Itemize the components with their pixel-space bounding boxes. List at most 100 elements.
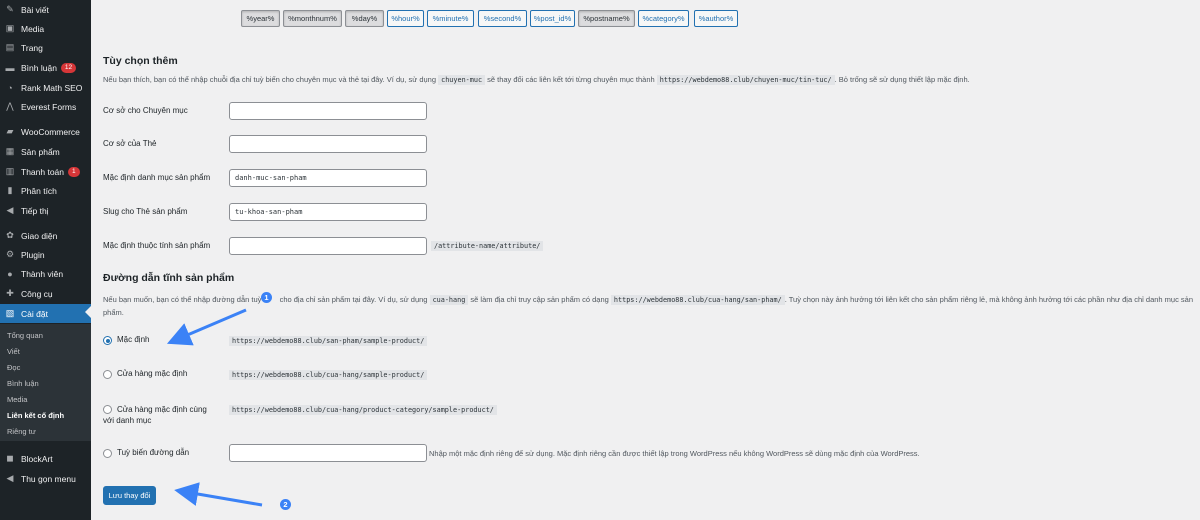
forms-icon: ⋀ xyxy=(6,101,14,111)
step-1-marker: 1 xyxy=(261,292,272,303)
sidebar-item-page[interactable]: ▤ Trang xyxy=(0,38,91,57)
sidebar-item-label: Rank Math SEO xyxy=(21,82,83,93)
tag-base-input[interactable] xyxy=(229,135,427,153)
sidebar-item-pin[interactable]: ✎ Bài viết xyxy=(0,0,91,19)
sidebar-item-rankmath[interactable]: ◔ Rank Math SEO xyxy=(0,78,91,97)
permalink-option-label-shop-base[interactable]: Cửa hàng mặc định xyxy=(117,369,187,378)
sidebar-item-label: Thành viên xyxy=(21,268,64,279)
appearance-icon: ✿ xyxy=(6,230,14,240)
sidebar-item-tools[interactable]: ✚ Công cụ xyxy=(0,284,91,303)
comment-icon: ▬ xyxy=(5,62,15,73)
submenu-item[interactable]: Viết xyxy=(7,347,20,356)
structure-tag-button[interactable]: %post_id% xyxy=(530,10,575,27)
structure-tag-button[interactable]: %year% xyxy=(241,10,280,27)
sidebar-item-blockart[interactable]: ◼ BlockArt xyxy=(0,449,91,468)
product-tag-base-input[interactable]: tu-khoa-san-pham xyxy=(229,203,427,221)
submenu-item[interactable]: Media xyxy=(7,395,27,404)
tag-base-label: Cơ sở của Thẻ xyxy=(103,139,157,148)
marketing-icon: ◀ xyxy=(6,205,14,215)
sidebar-item-analytics[interactable]: ▮ Phân tích xyxy=(0,181,91,200)
structure-tag-button[interactable]: %monthnum% xyxy=(283,10,342,27)
product-category-base-input[interactable]: danh-muc-san-pham xyxy=(229,169,427,187)
submenu-item[interactable]: Riêng tư xyxy=(7,427,36,436)
blockart-icon: ◼ xyxy=(6,453,14,463)
structure-tag-button[interactable]: %minute% xyxy=(427,10,474,27)
woocommerce-icon: ▰ xyxy=(6,126,14,136)
permalink-option-label-shop-base-with-category[interactable]: Cửa hàng mặc định cùng với danh mục xyxy=(103,404,218,426)
step-2-marker: 2 xyxy=(280,499,291,510)
permalink-option-label-custom-base[interactable]: Tuỳ biến đường dẫn xyxy=(117,448,189,457)
save-changes-button[interactable]: Lưu thay đổi xyxy=(103,486,156,505)
product-attribute-base-suffix: /attribute-name/attribute/ xyxy=(431,241,544,251)
sidebar-item-woocommerce[interactable]: ▰ WooCommerce xyxy=(0,122,91,141)
permalink-sample-shop-base: https://webdemo88.club/cua-hang/sample-p… xyxy=(229,370,428,380)
sidebar-item-label: Thanh toán xyxy=(21,166,65,177)
structure-tag-button[interactable]: %day% xyxy=(345,10,384,27)
permalink-radio-default[interactable] xyxy=(103,336,112,345)
optional-section-title: Tùy chọn thêm xyxy=(103,55,178,67)
sidebar-item-plugin[interactable]: ⚙ Plugin xyxy=(0,245,91,264)
sidebar-item-label: Trang xyxy=(21,42,43,53)
sidebar-item-media[interactable]: ▣ Media xyxy=(0,19,91,38)
product-permalink-title: Đường dẫn tĩnh sản phẩm xyxy=(103,272,235,284)
payment-icon: ▥ xyxy=(5,166,15,176)
submenu-item[interactable]: Tổng quan xyxy=(7,331,43,340)
example-code-cua-hang: cua-hang xyxy=(429,295,469,305)
admin-sidebar: ✎ Bài viết ▣ Media ▤ Trang ▬ Bình luận 12 ◔ Rank M… xyxy=(0,0,91,520)
structure-tag-button[interactable]: %hour% xyxy=(387,10,424,27)
users-icon: ● xyxy=(7,268,13,279)
settings-submenu: Tổng quan Viết Đọc Bình luận Media Liên kết c… xyxy=(0,324,91,441)
permalink-sample-default: https://webdemo88.club/san-pham/sample-p… xyxy=(229,336,428,346)
permalink-radio-shop-base[interactable] xyxy=(103,370,112,379)
sidebar-item-label: Công cụ xyxy=(21,288,53,299)
sidebar-item-appearance[interactable]: ✿ Giao diện xyxy=(0,226,91,245)
category-base-label: Cơ sở cho Chuyên mục xyxy=(103,106,188,115)
structure-tag-button[interactable]: %category% xyxy=(638,10,689,27)
custom-base-note: Nhập một mặc định riêng để sử dụng. Mặc … xyxy=(429,449,920,458)
plugin-icon: ⚙ xyxy=(5,249,15,259)
sidebar-item-marketing[interactable]: ◀ Tiếp thị xyxy=(0,201,91,220)
sidebar-item-payment[interactable]: ▥ Thanh toán 1 xyxy=(0,162,91,181)
sidebar-item-forms[interactable]: ⋀ Everest Forms xyxy=(0,97,91,116)
submenu-item[interactable]: Đọc xyxy=(7,363,20,372)
permalink-option-label-default[interactable]: Mặc định xyxy=(117,335,149,344)
sidebar-item-product[interactable]: ▦ Sản phẩm xyxy=(0,142,91,161)
category-base-input[interactable] xyxy=(229,102,427,120)
sidebar-item-label: WooCommerce xyxy=(21,126,80,137)
sidebar-item-label: Phân tích xyxy=(21,185,57,196)
sidebar-item-users[interactable]: ● Thành viên xyxy=(0,264,91,283)
sidebar-item-label: Everest Forms xyxy=(21,101,77,112)
structure-tag-button[interactable]: %postname% xyxy=(578,10,635,27)
sidebar-item-comment[interactable]: ▬ Bình luận 12 xyxy=(0,58,91,77)
settings-icon: ▧ xyxy=(5,308,15,318)
rankmath-icon: ◔ xyxy=(7,82,13,93)
example-url-category: https://webdemo88.club/chuyen-muc/tin-tu… xyxy=(656,75,835,85)
product-permalink-description-line2: phẩm. xyxy=(103,308,124,317)
analytics-icon: ▮ xyxy=(7,185,13,195)
sidebar-item-label: Media xyxy=(21,23,45,34)
permalink-radio-custom-base[interactable] xyxy=(103,449,112,458)
sidebar-item-label: BlockArt xyxy=(21,453,53,464)
sidebar-item-label: Cài đặt xyxy=(21,308,48,319)
custom-base-input[interactable] xyxy=(229,444,427,462)
pin-icon: ✎ xyxy=(6,4,14,14)
collapse-icon: ◀ xyxy=(6,473,14,483)
product-attribute-base-label: Mặc định thuộc tính sản phẩm xyxy=(103,241,211,250)
structure-tag-button[interactable]: %second% xyxy=(478,10,527,27)
product-category-base-label: Mặc định danh mục sản phẩm xyxy=(103,173,211,182)
submenu-item[interactable]: Liên kết cố định xyxy=(7,411,64,420)
sidebar-item-settings[interactable]: ▧ Cài đặt xyxy=(0,304,91,323)
sidebar-item-label: Tiếp thị xyxy=(21,205,49,216)
sidebar-item-label: Thu gọn menu xyxy=(21,473,76,484)
sidebar-item-collapse[interactable]: ◀ Thu gọn menu xyxy=(0,469,91,488)
structure-tag-button[interactable]: %author% xyxy=(694,10,738,27)
permalink-sample-shop-base-with-category: https://webdemo88.club/cua-hang/product-… xyxy=(229,405,497,415)
sidebar-item-label: Bài viết xyxy=(21,4,49,15)
product-icon: ▦ xyxy=(5,146,15,156)
submenu-item[interactable]: Bình luận xyxy=(7,379,39,388)
example-code-chuyen-muc: chuyen-muc xyxy=(438,75,486,85)
product-attribute-base-input[interactable] xyxy=(229,237,427,255)
sidebar-item-label: Sản phẩm xyxy=(21,146,60,157)
example-url-product: https://webdemo88.club/cua-hang/san-pham… xyxy=(610,295,785,305)
notification-badge: 1 xyxy=(68,166,80,177)
